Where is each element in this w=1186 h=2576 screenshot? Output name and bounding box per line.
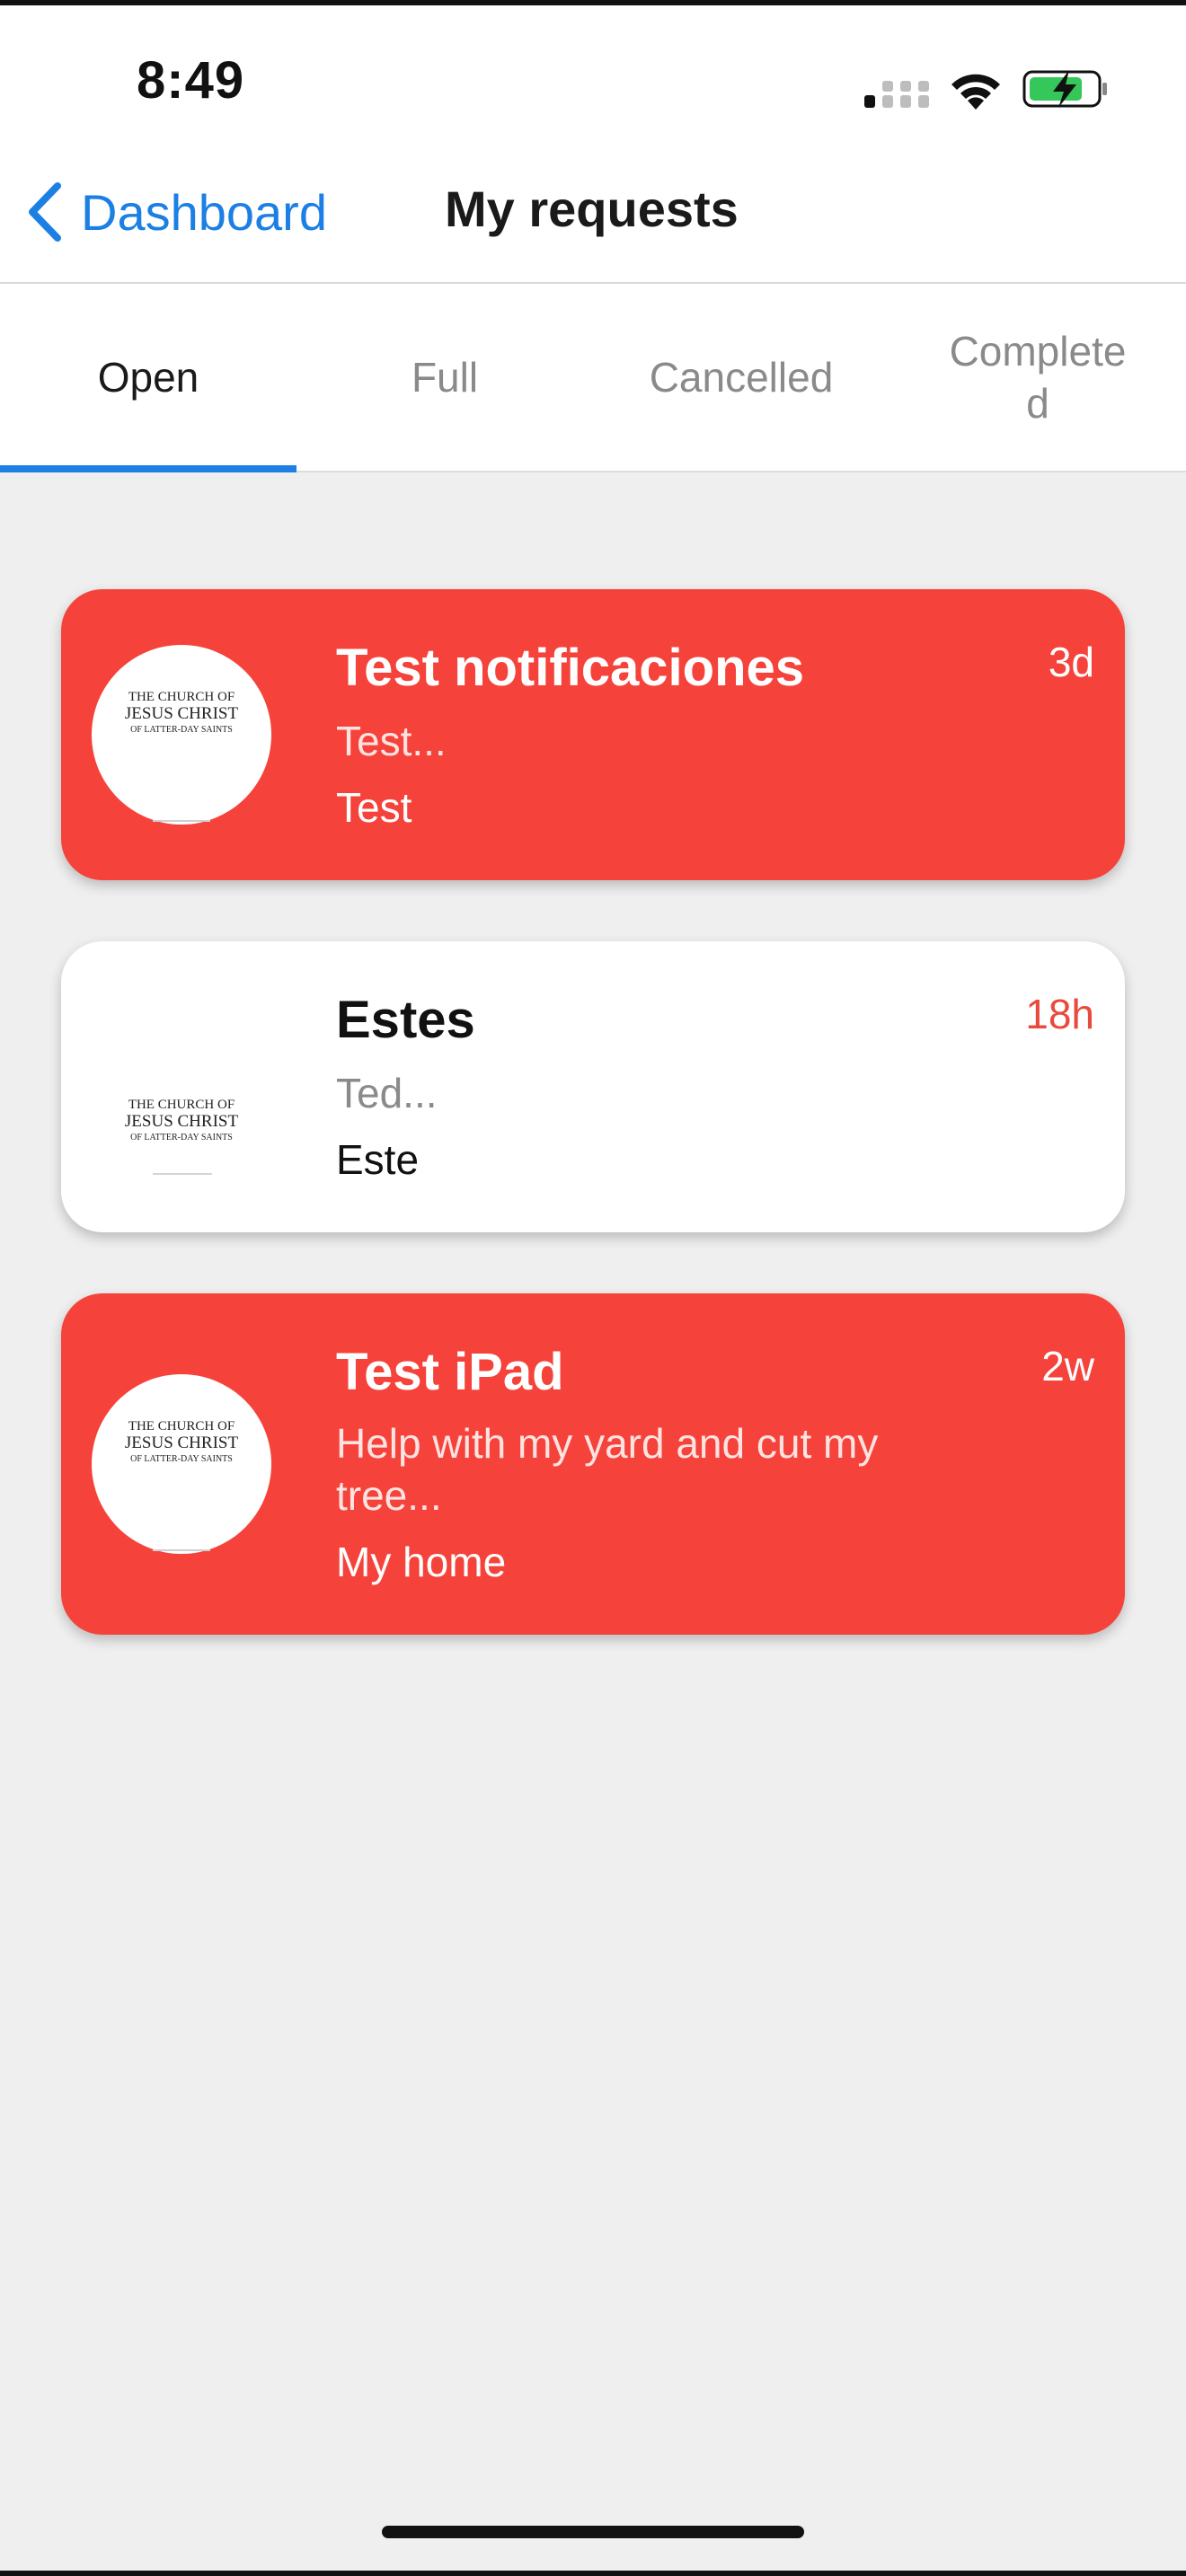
back-button-label: Dashboard (81, 183, 327, 241)
request-title: Estes (336, 991, 475, 1049)
logo-underline (153, 1173, 212, 1175)
status-bar: 8:49 (0, 5, 1186, 140)
church-logo-image: THE CHURCH OF JESUS CHRIST OF LATTER-DAY… (125, 690, 239, 822)
svg-text:JESUS CHRIST: JESUS CHRIST (125, 1112, 239, 1131)
svg-text:OF LATTER-DAY SAINTS: OF LATTER-DAY SAINTS (130, 1454, 233, 1464)
svg-text:JESUS CHRIST: JESUS CHRIST (125, 1434, 239, 1452)
request-age: 3d (1048, 639, 1094, 685)
chevron-left-icon (29, 182, 61, 242)
request-card[interactable]: THE CHURCH OF JESUS CHRIST OF LATTER-DAY… (61, 1293, 1125, 1635)
request-location: Este (336, 1136, 420, 1183)
svg-text:JESUS CHRIST: JESUS CHRIST (125, 704, 239, 723)
request-description: Help with my yard and cut my tree... (336, 1420, 879, 1519)
bottom-edge (0, 2571, 1186, 2576)
request-location: Test (336, 784, 412, 831)
tab-full[interactable]: Full (296, 284, 593, 471)
church-logo: THE CHURCH OF JESUS CHRIST OF LATTER-DAY… (92, 997, 271, 1177)
svg-text:OF LATTER-DAY SAINTS: OF LATTER-DAY SAINTS (130, 1133, 233, 1142)
svg-text:THE CHURCH OF: THE CHURCH OF (128, 1098, 235, 1112)
navigation-bar: Dashboard My requests (0, 140, 1186, 284)
request-card[interactable]: THE CHURCH OF JESUS CHRIST OF LATTER-DAY… (61, 589, 1125, 880)
wifi-icon (951, 74, 1000, 110)
church-logo-image: THE CHURCH OF JESUS CHRIST OF LATTER-DAY… (125, 1098, 239, 1142)
battery-charging-icon (1022, 70, 1107, 108)
church-logo: THE CHURCH OF JESUS CHRIST OF LATTER-DAY… (92, 1374, 271, 1554)
request-description: Test... (336, 718, 447, 764)
request-title: Test notificaciones (336, 639, 805, 697)
tab-label: Open (97, 354, 199, 401)
request-card[interactable]: THE CHURCH OF JESUS CHRIST OF LATTER-DAY… (61, 941, 1125, 1232)
tab-cancelled[interactable]: Cancelled (593, 284, 890, 471)
status-time: 8:49 (137, 51, 245, 110)
request-location: My home (336, 1539, 507, 1585)
request-description: Ted... (336, 1070, 438, 1116)
tab-label: Cancelled (649, 354, 834, 401)
svg-text:THE CHURCH OF: THE CHURCH OF (128, 1419, 235, 1434)
cellular-signal-icon (864, 81, 929, 108)
svg-text:THE CHURCH OF: THE CHURCH OF (128, 690, 235, 704)
tab-label: Full (411, 354, 479, 401)
tab-bar: Open Full Cancelled Complete d (0, 284, 1186, 472)
request-age: 18h (1025, 991, 1094, 1037)
tab-completed[interactable]: Complete d (890, 284, 1186, 471)
request-age: 2w (1041, 1343, 1094, 1389)
church-logo: THE CHURCH OF JESUS CHRIST OF LATTER-DAY… (92, 645, 271, 825)
tab-open[interactable]: Open (0, 284, 296, 472)
svg-text:OF LATTER-DAY SAINTS: OF LATTER-DAY SAINTS (130, 725, 233, 735)
tab-label: Complete d (949, 328, 1127, 427)
active-tab-indicator (0, 465, 296, 472)
back-button[interactable]: Dashboard (25, 176, 327, 248)
page-title: My requests (445, 181, 739, 237)
request-title: Test iPad (336, 1343, 564, 1401)
church-logo-image: THE CHURCH OF JESUS CHRIST OF LATTER-DAY… (125, 1419, 239, 1551)
home-indicator[interactable] (382, 2526, 804, 2538)
